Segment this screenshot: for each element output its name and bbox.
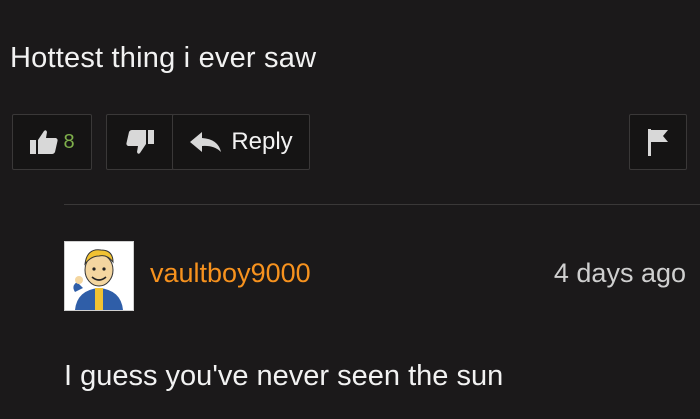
- username-link[interactable]: vaultboy9000: [150, 258, 311, 289]
- reply-text: I guess you've never seen the sun: [64, 360, 504, 392]
- thumbs-down-icon: [125, 128, 155, 156]
- flag-button[interactable]: [629, 114, 687, 170]
- dislike-button[interactable]: [106, 114, 174, 170]
- avatar[interactable]: [64, 241, 134, 311]
- reply-button[interactable]: Reply: [172, 114, 310, 170]
- timestamp: 4 days ago: [553, 258, 686, 288]
- like-button[interactable]: 8: [12, 114, 92, 170]
- like-count: 8: [63, 130, 75, 153]
- comment-thread: Hottest thing i ever saw 8 Reply vaultbo…: [0, 0, 700, 419]
- flag-icon: [645, 127, 671, 157]
- divider: [64, 204, 700, 205]
- comment-text: Hottest thing i ever saw: [10, 42, 317, 74]
- vault-boy-avatar-image: [65, 242, 133, 310]
- thumbs-up-icon: [29, 128, 59, 156]
- reply-label: Reply: [231, 128, 293, 155]
- reply-arrow-icon: [189, 130, 223, 154]
